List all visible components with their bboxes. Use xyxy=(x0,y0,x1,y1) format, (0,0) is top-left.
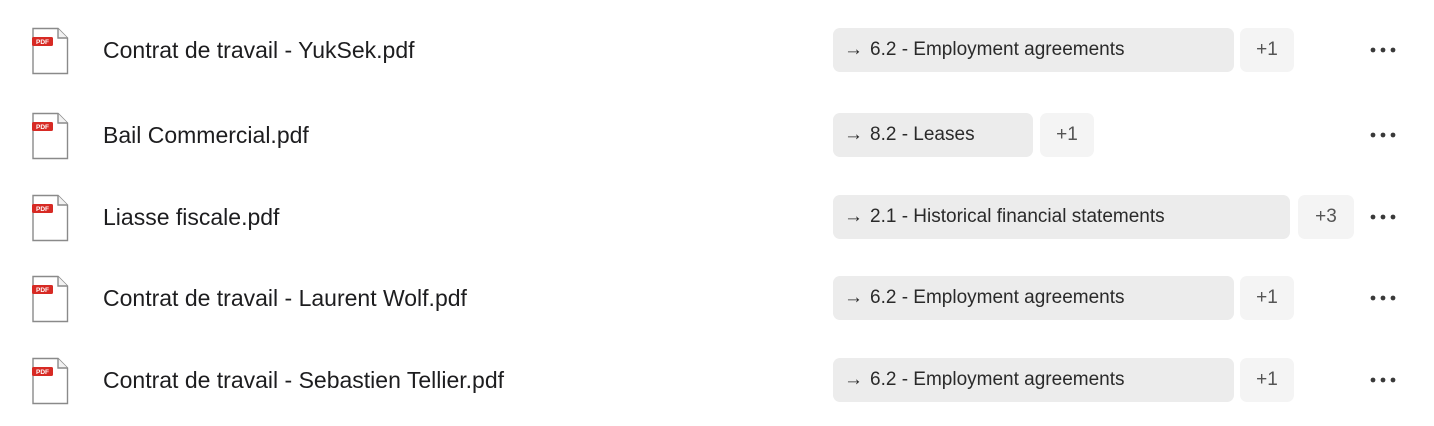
file-name[interactable]: Liasse fiscale.pdf xyxy=(103,192,279,242)
file-name[interactable]: Bail Commercial.pdf xyxy=(103,110,309,160)
pdf-label: PDF xyxy=(36,287,49,294)
pdf-label: PDF xyxy=(36,124,49,131)
file-row[interactable]: PDF Contrat de travail - Sebastien Telli… xyxy=(0,355,1434,415)
folder-tag[interactable]: → 6.2 - Employment agreements xyxy=(833,358,1234,402)
pdf-label: PDF xyxy=(36,206,49,213)
arrow-right-icon: → xyxy=(844,39,863,60)
pdf-file-icon[interactable]: PDF xyxy=(31,275,69,323)
file-row[interactable]: PDF Bail Commercial.pdf → 8.2 - Leases +1 xyxy=(0,110,1434,170)
more-tags-badge[interactable]: +1 xyxy=(1240,358,1294,402)
file-row[interactable]: PDF Liasse fiscale.pdf → 2.1 - Historical… xyxy=(0,192,1434,252)
more-tags-badge[interactable]: +1 xyxy=(1240,276,1294,320)
more-options-icon[interactable] xyxy=(1366,205,1400,229)
pdf-label: PDF xyxy=(36,39,49,46)
file-name[interactable]: Contrat de travail - Laurent Wolf.pdf xyxy=(103,273,467,323)
more-tags-badge[interactable]: +1 xyxy=(1040,113,1094,157)
pdf-file-icon[interactable]: PDF xyxy=(31,194,69,242)
folder-tag[interactable]: → 2.1 - Historical financial statements xyxy=(833,195,1290,239)
more-options-icon[interactable] xyxy=(1366,286,1400,310)
more-tags-badge[interactable]: +1 xyxy=(1240,28,1294,72)
folder-tag-label: 2.1 - Historical financial statements xyxy=(870,206,1165,227)
file-row[interactable]: PDF Contrat de travail - Laurent Wolf.pd… xyxy=(0,273,1434,333)
folder-tag-label: 6.2 - Employment agreements xyxy=(870,287,1125,308)
more-options-icon[interactable] xyxy=(1366,38,1400,62)
arrow-right-icon: → xyxy=(844,124,863,145)
file-row[interactable]: PDF Contrat de travail - YukSek.pdf → 6.2… xyxy=(0,25,1434,85)
folder-tag[interactable]: → 8.2 - Leases xyxy=(833,113,1033,157)
folder-tag[interactable]: → 6.2 - Employment agreements xyxy=(833,28,1234,72)
more-options-icon[interactable] xyxy=(1366,368,1400,392)
pdf-file-icon[interactable]: PDF xyxy=(31,357,69,405)
folder-tag-label: 6.2 - Employment agreements xyxy=(870,369,1125,390)
file-name[interactable]: Contrat de travail - Sebastien Tellier.p… xyxy=(103,355,504,405)
folder-tag[interactable]: → 6.2 - Employment agreements xyxy=(833,276,1234,320)
arrow-right-icon: → xyxy=(844,287,863,308)
folder-tag-label: 8.2 - Leases xyxy=(870,124,975,145)
more-options-icon[interactable] xyxy=(1366,123,1400,147)
more-tags-badge[interactable]: +3 xyxy=(1298,195,1354,239)
pdf-file-icon[interactable]: PDF xyxy=(31,112,69,160)
arrow-right-icon: → xyxy=(844,206,863,227)
folder-tag-label: 6.2 - Employment agreements xyxy=(870,39,1125,60)
file-name[interactable]: Contrat de travail - YukSek.pdf xyxy=(103,25,415,75)
pdf-label: PDF xyxy=(36,369,49,376)
arrow-right-icon: → xyxy=(844,369,863,390)
file-list: PDF Contrat de travail - YukSek.pdf → 6.2… xyxy=(0,0,1434,426)
pdf-file-icon[interactable]: PDF xyxy=(31,27,69,75)
